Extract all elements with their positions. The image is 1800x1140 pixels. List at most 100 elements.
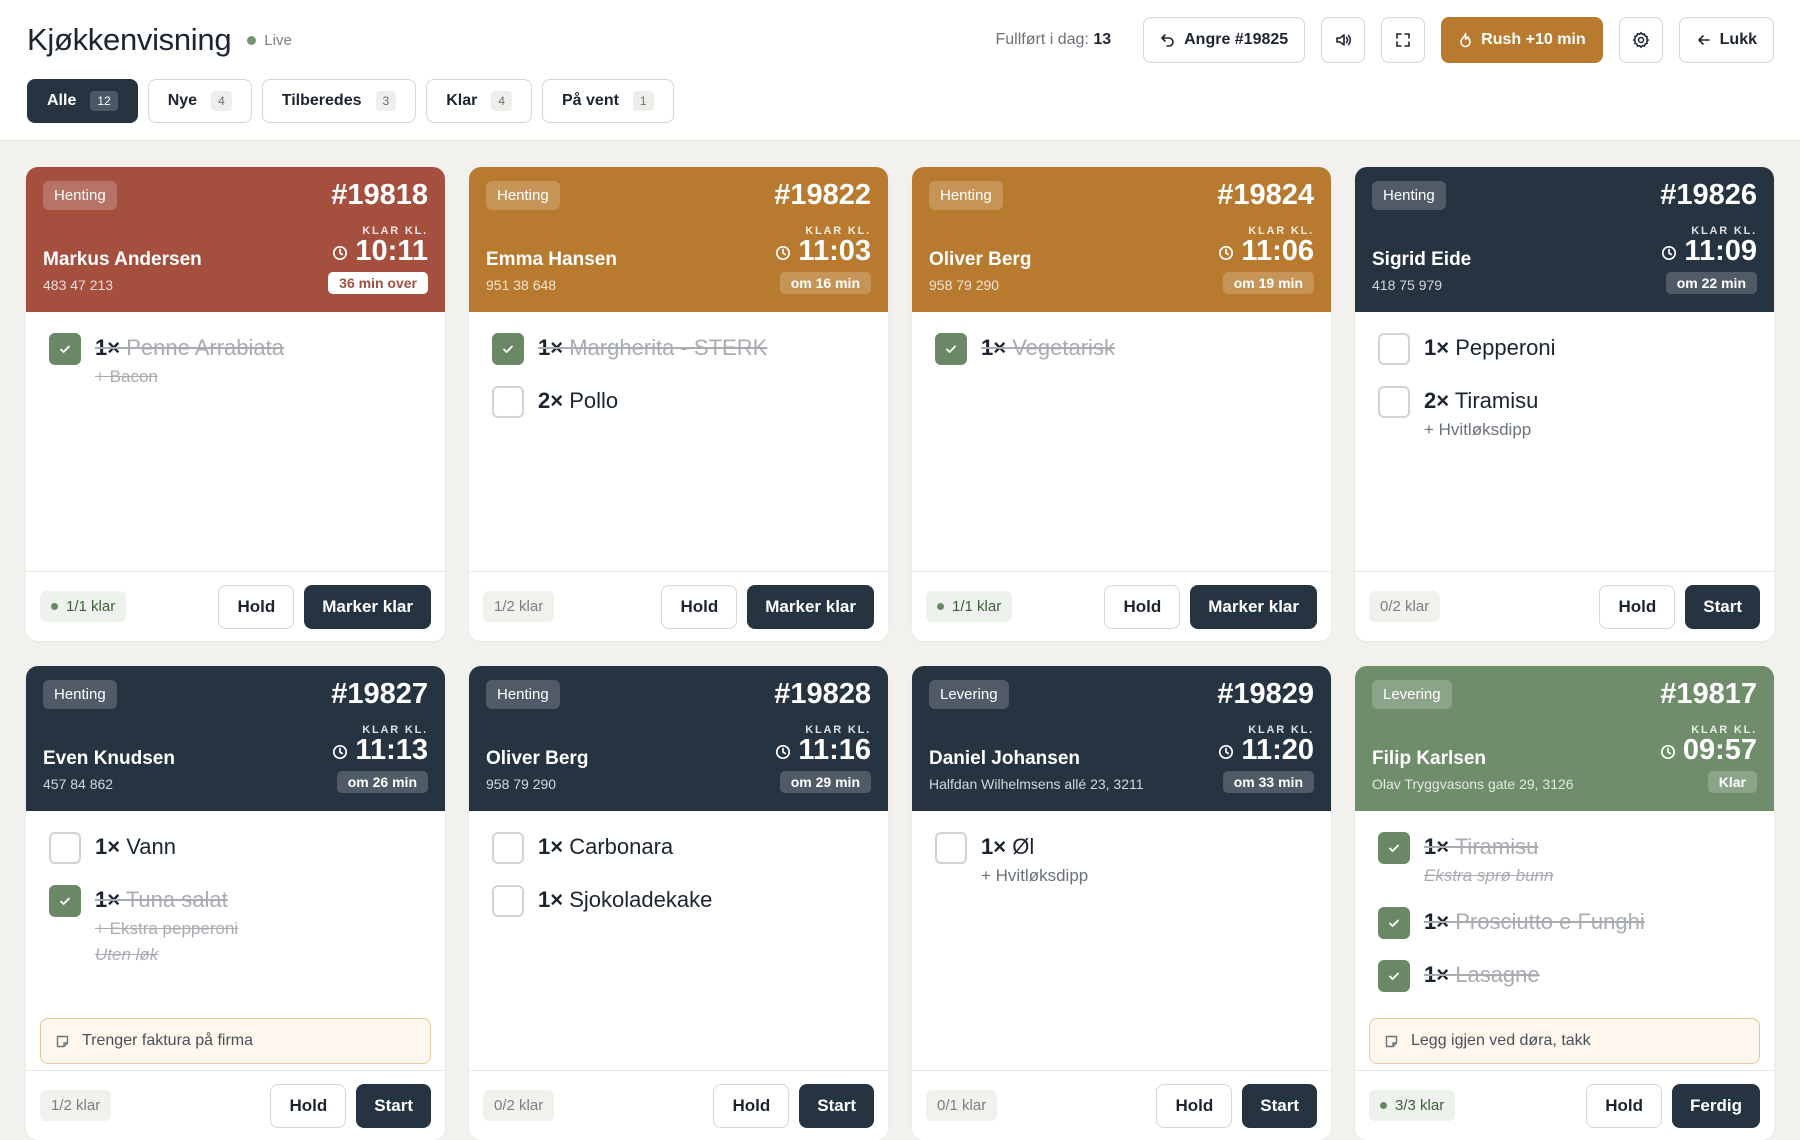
item-checkbox[interactable] [1378,960,1410,992]
customer-name: Oliver Berg [929,249,1032,270]
item-name: Prosciutto e Funghi [1455,909,1645,934]
item-text: 1× Vegetarisk [981,333,1115,361]
order-action-button[interactable]: Start [1685,584,1760,629]
order-number: #19828 [774,678,871,710]
item-checkbox[interactable] [492,333,524,365]
order-item: 1× Margherita - STERK [492,333,849,365]
progress-text: 1/2 klar [51,1097,101,1114]
item-checkbox[interactable] [49,333,81,365]
item-checkbox[interactable] [492,885,524,917]
tab-label: Klar [446,92,478,109]
item-checkbox[interactable] [492,832,524,864]
tab-label: Nye [167,92,198,109]
order-action-button[interactable]: Start [356,1083,431,1128]
sound-button[interactable] [1321,17,1366,63]
note-icon [56,1035,69,1047]
order-item: 1× Sjokoladekake [492,885,865,917]
ready-time-value: 10:11 [355,235,428,267]
ready-time-value: 11:20 [1241,734,1314,766]
tab-count: 4 [491,91,512,111]
eta-badge: om 19 min [1222,272,1314,294]
order-number: #19824 [1217,179,1314,211]
tab-pa-vent[interactable]: På vent 1 [542,79,674,123]
item-text: 1× Pepperoni [1424,333,1556,361]
hold-button[interactable]: Hold [270,1083,347,1128]
tab-nye[interactable]: Nye 4 [147,79,252,123]
item-name: Øl [1012,834,1035,859]
hold-button[interactable]: Hold [1104,584,1181,629]
item-name: Tuna salat [125,887,228,912]
order-action-button[interactable]: Start [799,1083,874,1128]
item-checkbox[interactable] [1378,333,1410,365]
tab-alle[interactable]: Alle 12 [27,79,138,123]
item-name-line: 1× Øl [981,834,1088,860]
ready-time: 11:03 [775,235,871,268]
item-checkbox[interactable] [492,386,524,418]
progress-badge: 1/2 klar [483,591,555,622]
customer-contact: 958 79 290 [486,776,557,792]
order-header: Levering #19829 Daniel Johansen Halfdan … [912,666,1331,811]
customer-name: Daniel Johansen [929,748,1080,769]
rush-button[interactable]: Rush +10 min [1441,17,1603,63]
item-name-line: 1× Lasagne [1424,962,1540,988]
item-name-line: 2× Pollo [538,388,618,414]
item-name-line: 1× Pepperoni [1424,335,1556,361]
fullscreen-button[interactable] [1381,17,1426,63]
eta-badge: om 16 min [779,272,871,294]
progress-text: 0/2 klar [494,1097,544,1114]
order-action-button[interactable]: Marker klar [1190,584,1317,629]
item-checkbox[interactable] [1378,386,1410,418]
item-checkbox[interactable] [1378,907,1410,939]
order-type-badge: Henting [43,181,117,210]
item-name: Pollo [569,388,619,413]
progress-badge: 1/1 klar [926,591,1013,622]
order-card: Levering #19817 Filip Karlsen Olav Trygg… [1355,666,1774,1140]
clock-icon [1219,744,1234,759]
order-type-badge: Henting [929,181,1003,210]
customer-name: Markus Andersen [43,249,202,270]
item-checkbox[interactable] [49,885,81,917]
item-checkbox[interactable] [935,832,967,864]
hold-button[interactable]: Hold [1599,584,1676,629]
item-text: 2× Tiramisu + Hvitløksdipp [1424,386,1538,440]
order-action-button[interactable]: Marker klar [747,584,874,629]
item-checkbox[interactable] [49,832,81,864]
eta-badge: Klar [1707,771,1757,793]
hold-button[interactable]: Hold [1156,1083,1233,1128]
item-checkbox[interactable] [1378,832,1410,864]
order-action-button[interactable]: Start [1242,1083,1317,1128]
order-type-badge: Henting [486,181,560,210]
order-items: 1× Øl + Hvitløksdipp [935,832,1308,907]
item-modifier: + Hvitløksdipp [981,866,1089,885]
arrow-left-icon [1697,35,1710,45]
hold-button[interactable]: Hold [218,584,295,629]
item-modifier: + Bacon [95,367,158,386]
item-name-line: 1× Vegetarisk [981,335,1115,361]
settings-button[interactable] [1618,17,1663,63]
customer-contact: Olav Tryggvasons gate 29, 3126 [1372,776,1574,792]
item-qty: 1× [1424,962,1450,987]
hold-button[interactable]: Hold [713,1083,790,1128]
tab-tilberedes[interactable]: Tilberedes 3 [261,79,417,123]
item-note: Ekstra sprø bunn [1424,866,1554,885]
item-qty: 1× [95,887,121,912]
clock-icon [333,245,348,260]
undo-button[interactable]: Angre #19825 [1143,17,1306,63]
customer-contact: 958 79 290 [929,277,1000,293]
ready-time: 11:20 [1218,734,1314,767]
order-type-badge: Levering [929,680,1009,709]
tab-klar[interactable]: Klar 4 [426,79,532,123]
order-item: 1× Penne Arrabiata + Bacon [49,333,406,387]
customer-contact: 418 75 979 [1372,277,1443,293]
hold-button[interactable]: Hold [1586,1083,1663,1128]
item-checkbox[interactable] [935,333,967,365]
eta-badge: om 22 min [1665,272,1757,294]
hold-button[interactable]: Hold [661,584,738,629]
order-action-button[interactable]: Marker klar [304,584,431,629]
check-icon [60,345,70,353]
item-qty: 1× [1424,909,1450,934]
order-action-button[interactable]: Ferdig [1672,1083,1760,1128]
order-card: Henting #19827 Even Knudsen 457 84 862 K… [26,666,445,1140]
item-name-line: 1× Sjokoladekake [538,887,712,913]
close-button[interactable]: Lukk [1678,17,1774,63]
